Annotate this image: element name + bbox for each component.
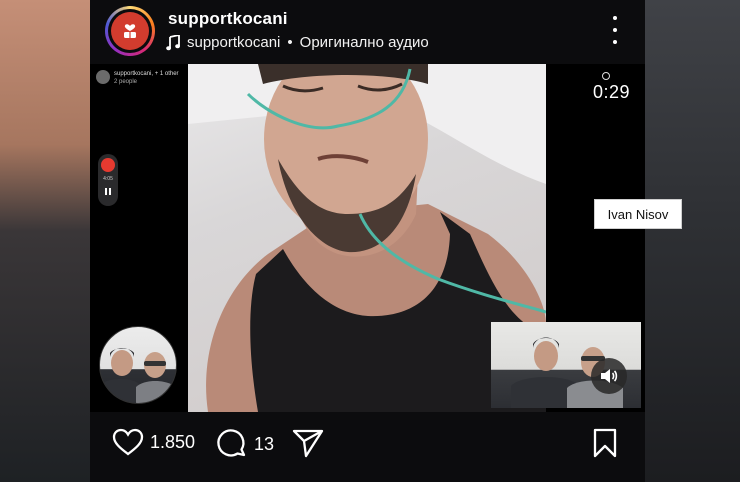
blurred-background-left [0,0,90,482]
like-action[interactable]: 1.850 [112,428,195,456]
live-subtitle: 2 people [114,79,138,85]
recording-time: 4:05 [103,176,113,182]
send-icon[interactable] [292,428,324,458]
share-action[interactable] [292,428,324,458]
speaker-on-icon[interactable] [591,358,627,394]
comment-icon[interactable] [216,428,248,460]
audio-info[interactable]: supportkocani • Оригинално аудио [166,34,429,51]
like-count[interactable]: 1.850 [150,432,195,453]
save-action[interactable] [592,428,618,458]
participant-pip-video [491,322,641,408]
comment-count[interactable]: 13 [254,434,274,455]
post-header: supportkocani supportkocani • Оригинално… [90,0,645,64]
reel-post: supportkocani supportkocani • Оригинално… [90,0,645,482]
live-participants: supportkocani, + 1 other 2 people [96,70,179,86]
more-vertical-icon[interactable] [605,16,625,44]
audio-label: Оригинално аудио [299,34,429,51]
participant-avatar [96,70,110,84]
live-title: supportkocani, + 1 other [114,71,179,77]
music-note-icon [166,34,180,50]
audio-separator: • [287,34,293,51]
participant-circle-video [99,326,177,404]
timer-icon [602,72,610,80]
bookmark-icon[interactable] [592,428,618,458]
recording-control[interactable]: 4:05 [98,154,118,206]
heart-icon[interactable] [112,428,144,456]
video-player[interactable]: supportkocani, + 1 other 2 people 4:05 0… [90,64,645,412]
account-username[interactable]: supportkocani [168,9,288,29]
audio-account: supportkocani [187,34,281,51]
video-timer: 0:29 [593,82,631,102]
pause-icon[interactable] [104,188,112,196]
post-actions: 1.850 13 [90,412,645,482]
record-icon [101,158,115,172]
blurred-background-right [645,0,740,482]
hands-heart-icon [111,12,149,50]
profile-avatar[interactable] [105,6,155,56]
comment-action[interactable]: 13 [216,428,274,460]
name-label: Ivan Nisov [594,199,682,229]
